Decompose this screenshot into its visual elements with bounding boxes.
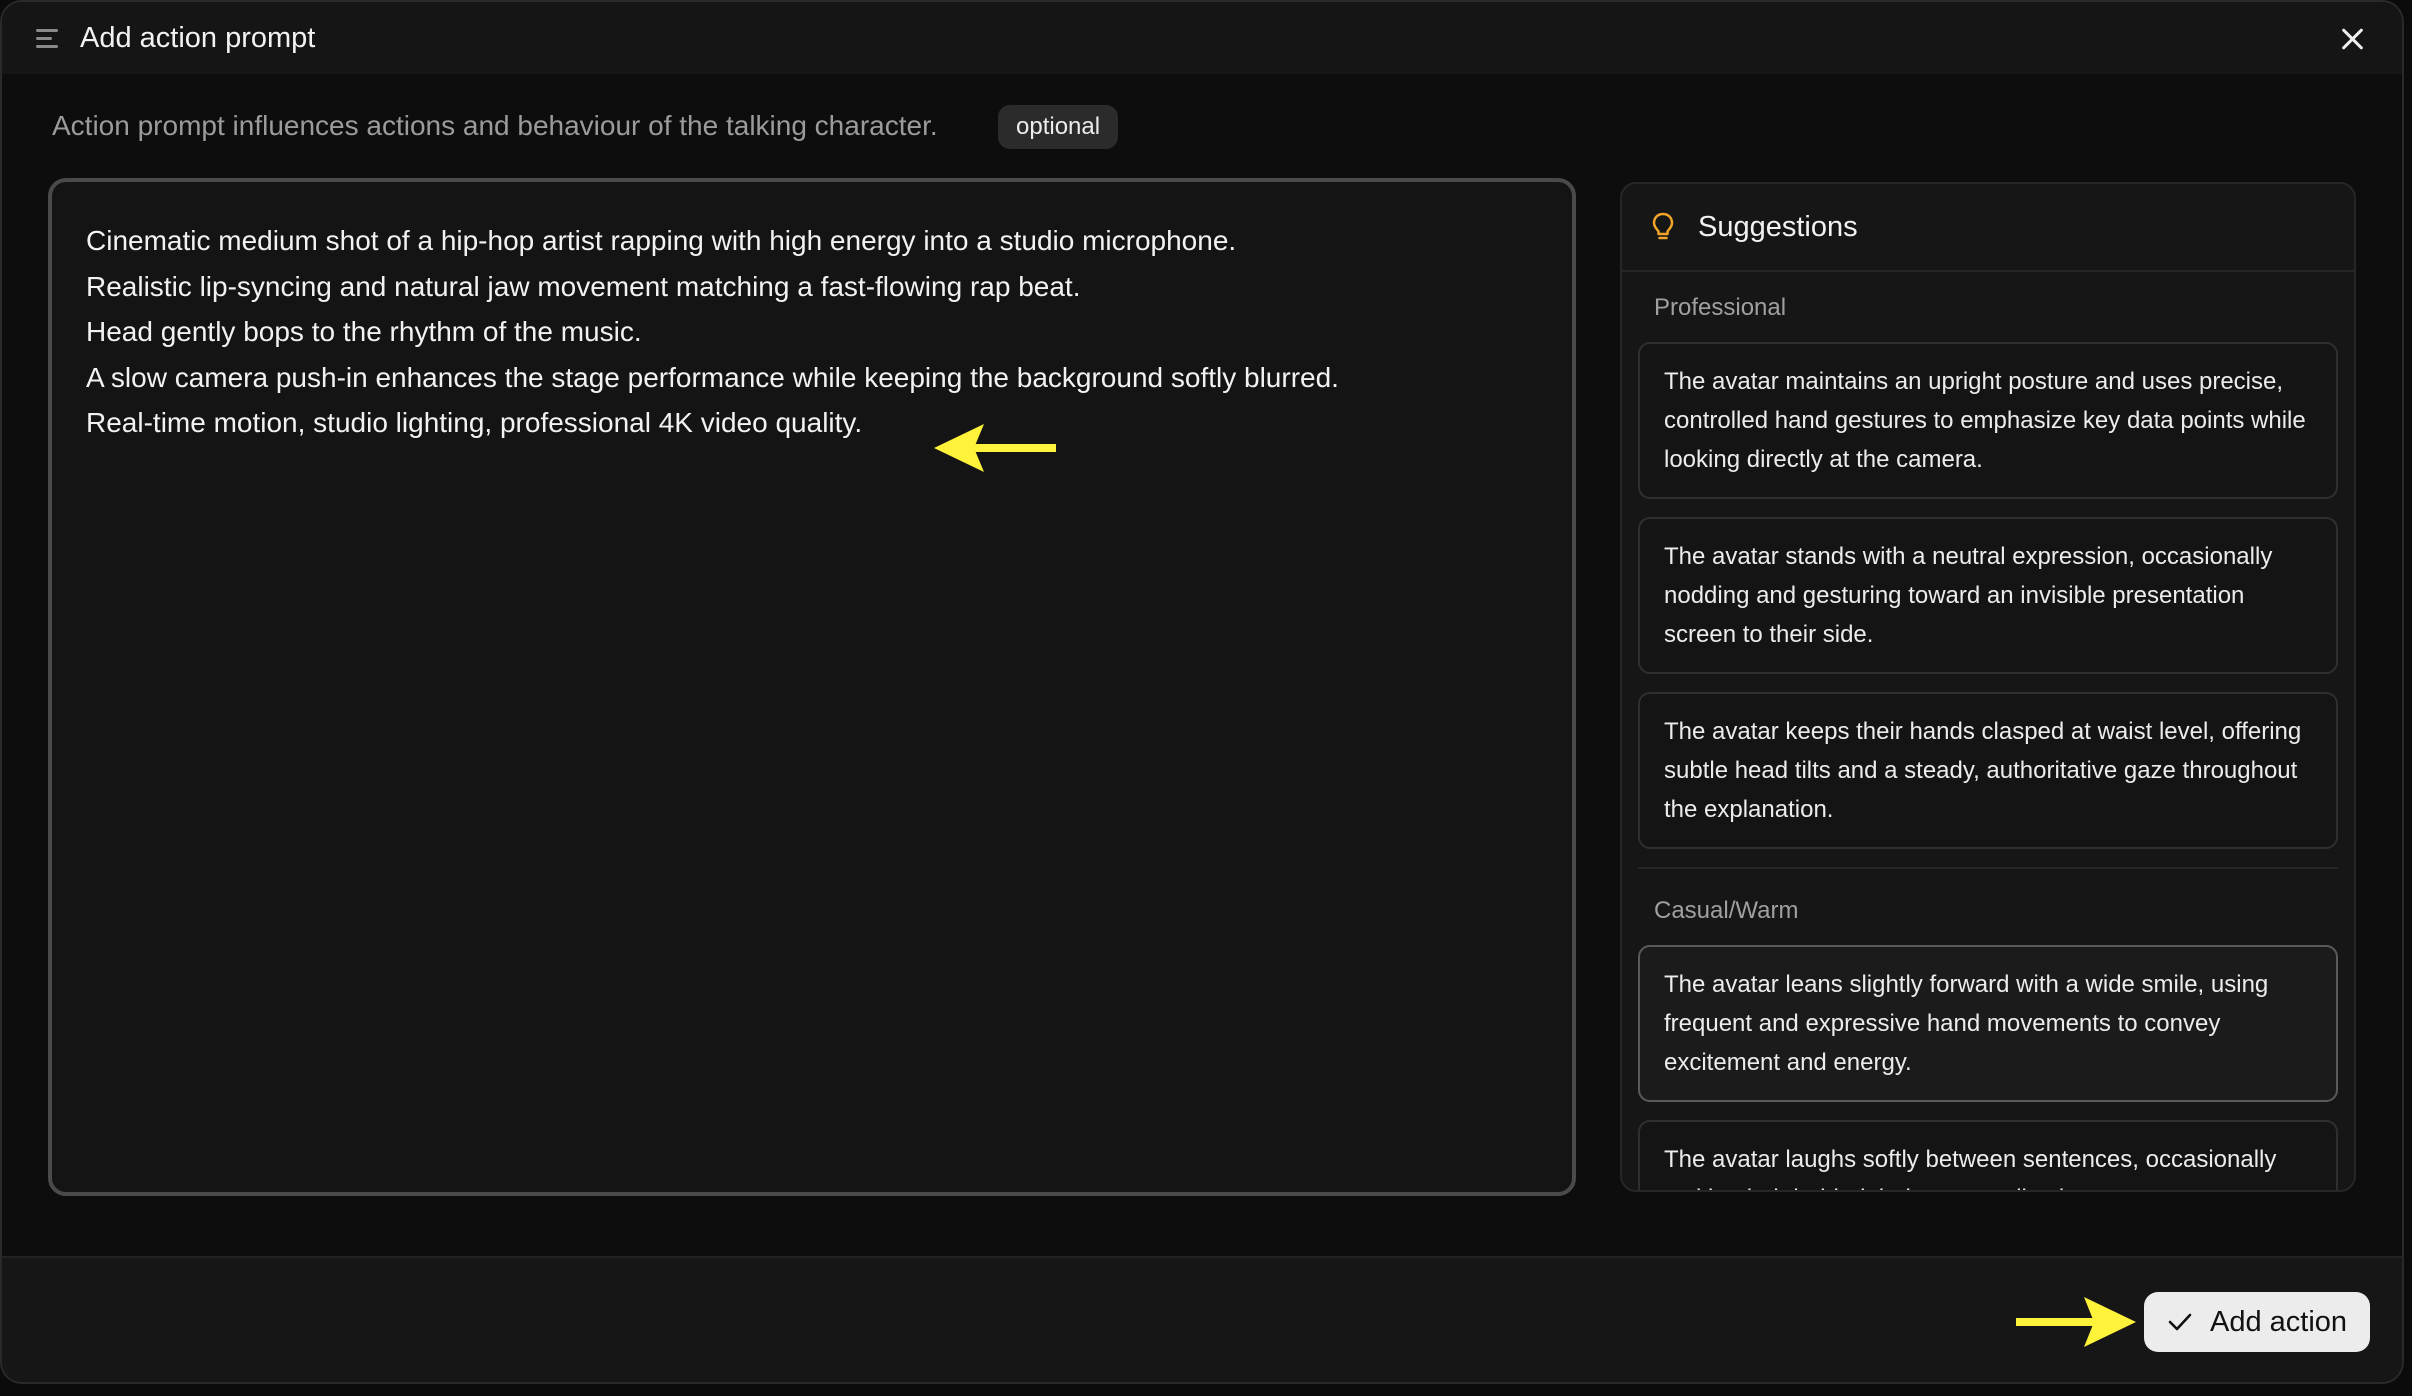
description-text: Action prompt influences actions and beh…	[52, 110, 938, 141]
suggestion-card[interactable]: The avatar maintains an upright posture …	[1638, 342, 2338, 499]
suggestion-card[interactable]: The avatar stands with a neutral express…	[1638, 517, 2338, 674]
category-label: Casual/Warm	[1654, 897, 1799, 924]
annotation-arrow-icon	[2016, 1297, 2136, 1347]
check-icon	[2168, 1313, 2192, 1331]
action-prompt-textarea[interactable]: Cinematic medium shot of a hip-hop artis…	[48, 178, 1576, 1196]
annotation-arrow-icon	[934, 424, 1056, 472]
suggestion-card[interactable]: The avatar laughs softly between sentenc…	[1638, 1120, 2338, 1190]
suggestion-card[interactable]: The avatar leans slightly forward with a…	[1638, 945, 2338, 1102]
modal-dialog: Add action prompt Action prompt influenc…	[0, 0, 2404, 1384]
suggestions-panel: Suggestions Professional The avatar main…	[1620, 182, 2356, 1192]
divider	[1638, 867, 2338, 869]
menu-icon[interactable]	[36, 29, 60, 49]
prompt-line: Realistic lip-syncing and natural jaw mo…	[86, 270, 1081, 302]
add-action-label: Add action	[2210, 1305, 2348, 1338]
category-label: Professional	[1654, 294, 1787, 321]
optional-badge: optional	[998, 105, 1119, 149]
suggestions-title: Suggestions	[1698, 210, 1858, 243]
lightbulb-icon	[1652, 212, 1674, 240]
modal-title: Add action prompt	[80, 22, 316, 54]
prompt-line: Head gently bops to the rhythm of the mu…	[86, 316, 642, 347]
suggestions-list[interactable]: Professional The avatar maintains an upr…	[1622, 272, 2354, 1190]
suggestion-card[interactable]: The avatar keeps their hands clasped at …	[1638, 692, 2338, 849]
modal-header: Add action prompt	[2, 2, 2402, 74]
prompt-line: Cinematic medium shot of a hip-hop artis…	[86, 225, 1237, 256]
add-action-button[interactable]: Add action	[2144, 1292, 2370, 1352]
prompt-line: A slow camera push-in enhances the stage…	[86, 361, 1339, 393]
prompt-line: Real-time motion, studio lighting, profe…	[86, 407, 863, 438]
close-icon[interactable]	[2338, 24, 2368, 54]
suggestions-header: Suggestions	[1622, 184, 2354, 272]
